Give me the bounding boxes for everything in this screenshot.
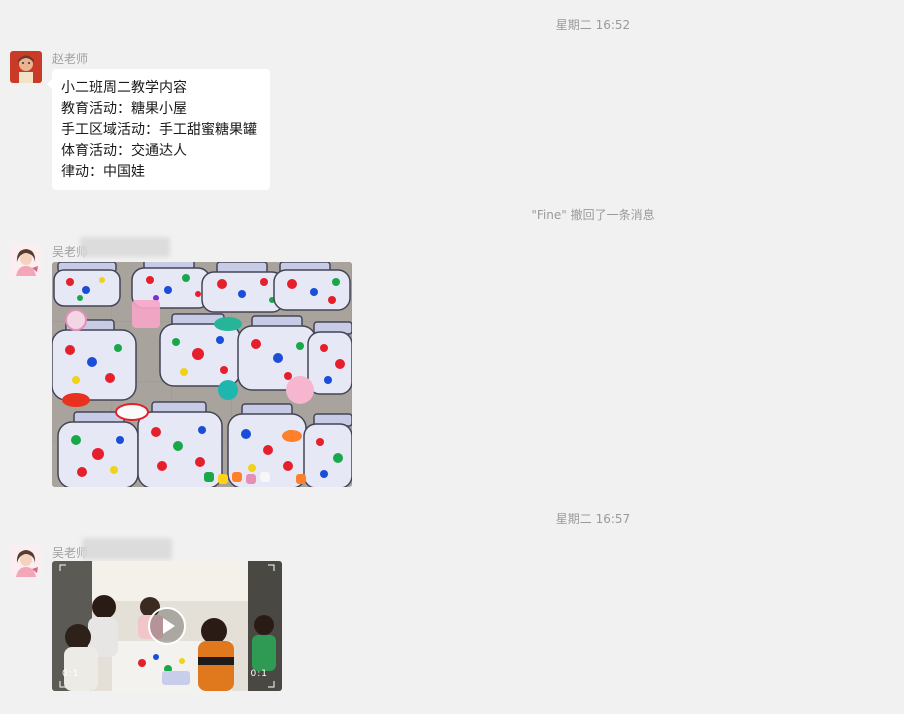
message-line: 手工区域活动：手工甜蜜糖果罐	[61, 122, 257, 138]
message-line: 律动：中国娃	[61, 164, 145, 180]
message-bubble[interactable]: 小二班周二教学内容 教育活动：糖果小屋 手工区域活动：手工甜蜜糖果罐 体育活动：…	[47, 69, 270, 190]
timestamp: 星期二 16:52	[555, 18, 631, 32]
redacted-area	[82, 538, 172, 560]
avatar[interactable]	[10, 545, 42, 577]
timestamp: 星期二 16:57	[555, 512, 631, 526]
duration-right: 0:1	[250, 669, 268, 679]
duration-left: 0:1	[62, 669, 80, 679]
message-line: 教育活动：糖果小屋	[61, 101, 187, 117]
play-icon[interactable]	[147, 606, 187, 646]
recall-notice: "Fine" 撤回了一条消息	[531, 208, 655, 222]
redacted-area	[80, 237, 170, 257]
sender-name: 赵老师	[52, 52, 89, 66]
avatar[interactable]	[10, 51, 42, 83]
shared-image[interactable]	[52, 262, 352, 487]
message-line: 体育活动：交通达人	[61, 143, 187, 159]
avatar[interactable]	[10, 244, 42, 276]
message-line: 小二班周二教学内容	[61, 80, 187, 96]
video-message[interactable]: 0:1 0:1	[52, 561, 282, 691]
